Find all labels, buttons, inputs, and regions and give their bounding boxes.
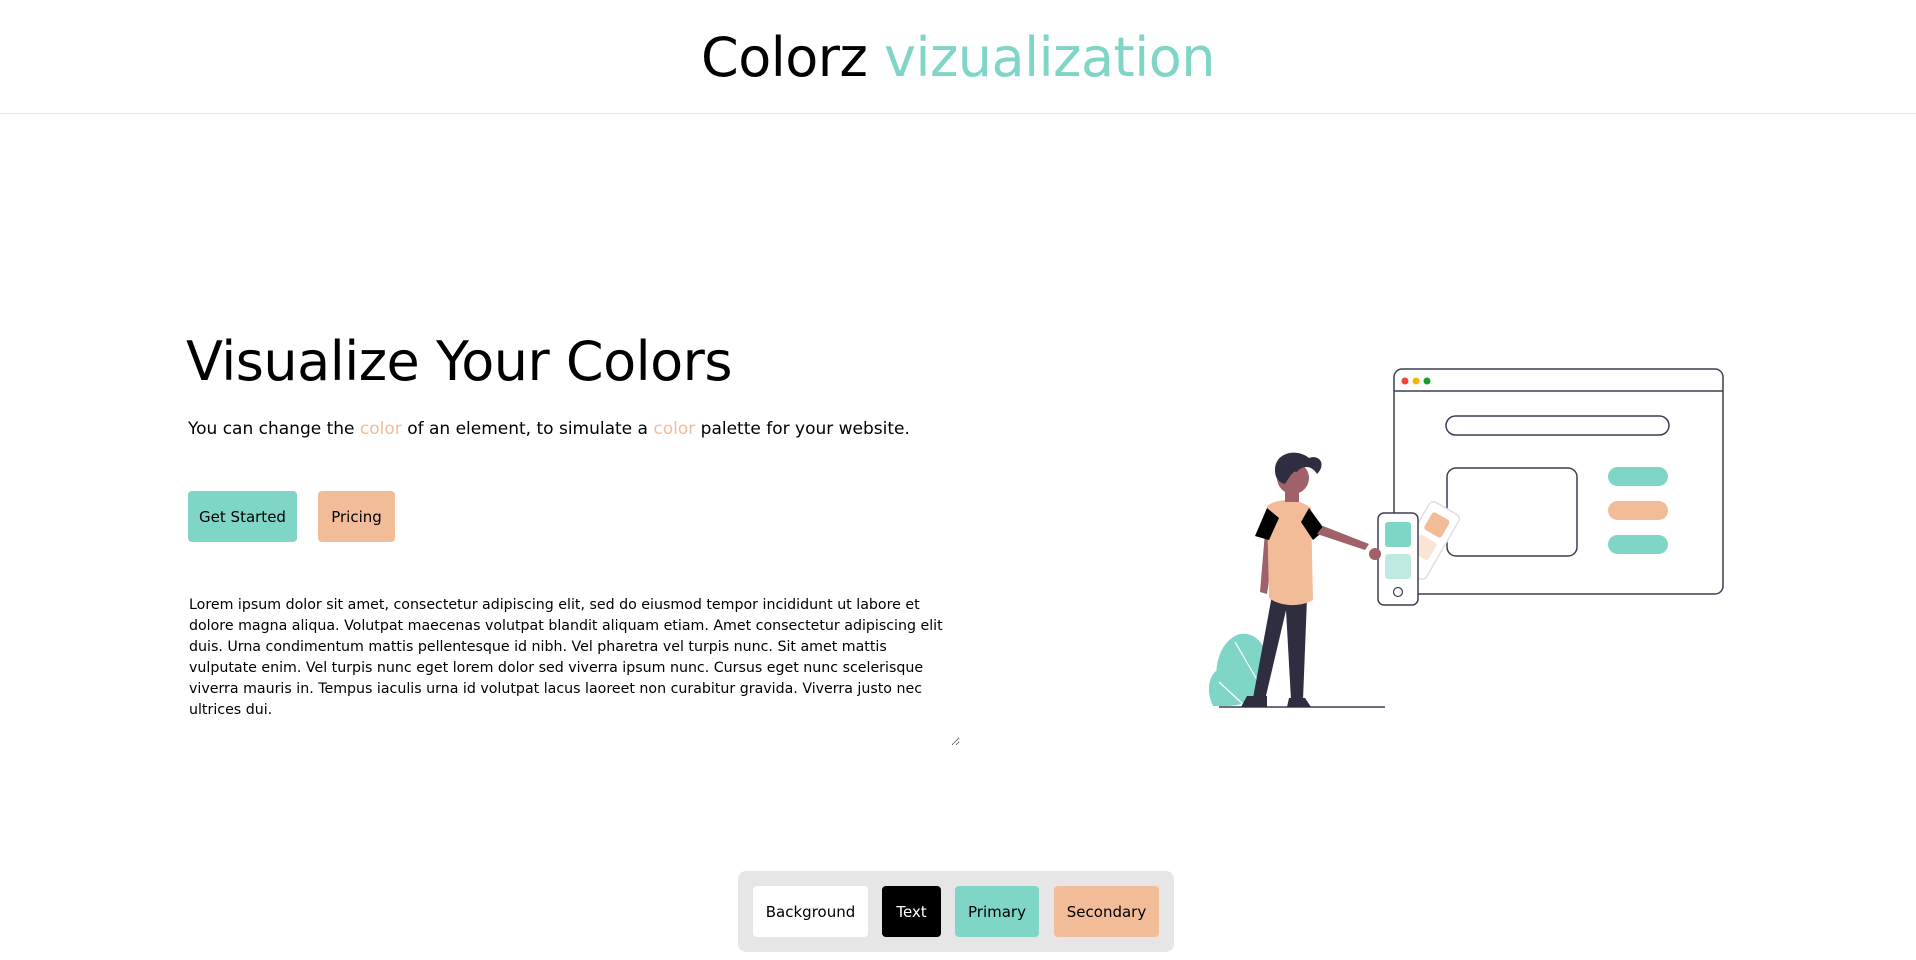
hero-title: Visualize Your Colors <box>186 330 733 393</box>
brand-accent: vizualization <box>884 26 1216 89</box>
site-header: Colorz vizualization <box>0 0 1916 114</box>
person-graphic <box>1241 452 1381 707</box>
subtitle-text-2: of an element, to simulate a <box>401 419 654 439</box>
brand-logo: Colorz vizualization <box>700 26 1216 89</box>
get-started-button[interactable]: Get Started <box>188 491 297 542</box>
hero-illustration <box>1208 368 1724 708</box>
background-color-button[interactable]: Background <box>753 886 868 937</box>
subtitle-text-1: You can change the <box>188 419 360 439</box>
subtitle-highlight-2: color <box>653 419 696 439</box>
primary-color-button[interactable]: Primary <box>955 886 1039 937</box>
color-palette-bar: Background Text Primary Secondary <box>738 871 1174 952</box>
brand-main: Colorz <box>700 26 868 89</box>
subtitle-highlight-1: color <box>359 419 402 439</box>
hero-subtitle: You can change the color of an element, … <box>188 417 910 441</box>
sample-text-area[interactable]: Lorem ipsum dolor sit amet, consectetur … <box>186 593 960 746</box>
browser-window-graphic <box>1393 368 1724 595</box>
page: Colorz vizualization Visualize Your Colo… <box>0 0 1916 960</box>
pricing-button[interactable]: Pricing <box>318 491 395 542</box>
text-color-button[interactable]: Text <box>882 886 941 937</box>
subtitle-text-3: palette for your website. <box>695 419 910 439</box>
secondary-color-button[interactable]: Secondary <box>1054 886 1159 937</box>
